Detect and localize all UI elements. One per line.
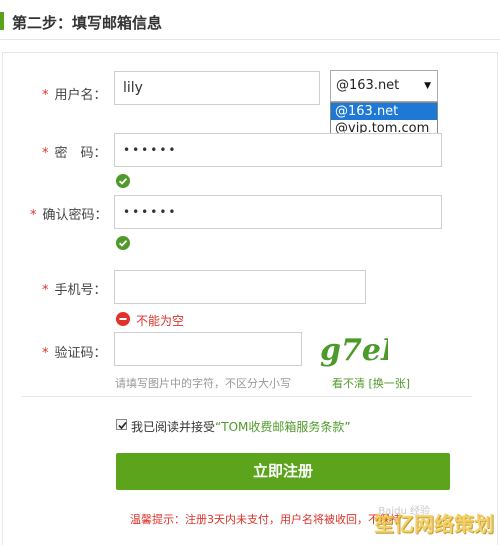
domain-select-value: @163.net bbox=[336, 78, 400, 93]
agreement-checkbox[interactable] bbox=[116, 419, 127, 430]
check-icon bbox=[116, 236, 130, 250]
check-icon bbox=[116, 174, 130, 188]
confirm-password-label: * 确认密码： bbox=[30, 208, 108, 223]
step-accent-bar bbox=[0, 12, 4, 30]
chevron-down-icon: ▼ bbox=[424, 81, 431, 91]
captcha-image[interactable]: g7eP bbox=[318, 330, 388, 370]
domain-select[interactable]: @163.net ▼ bbox=[330, 70, 438, 102]
captcha-image-text: g7eP bbox=[320, 333, 388, 368]
required-mark: * bbox=[42, 346, 49, 361]
register-button[interactable]: 立即注册 bbox=[116, 453, 450, 490]
notice-text: 温馨提示：注册3天内未支付，用户名将被收回，不保持 bbox=[130, 513, 401, 526]
captcha-input[interactable] bbox=[114, 332, 302, 366]
phone-input[interactable] bbox=[114, 270, 366, 304]
phone-label: * 手机号： bbox=[42, 283, 107, 298]
required-mark: * bbox=[42, 146, 49, 161]
terms-link[interactable]: “TOM收费邮箱服务条款” bbox=[215, 420, 351, 434]
password-input[interactable]: •••••• bbox=[114, 133, 442, 167]
phone-error-text: 不能为空 bbox=[136, 314, 185, 328]
username-input[interactable]: lily bbox=[114, 71, 320, 105]
required-mark: * bbox=[42, 283, 49, 298]
watermark: 笙亿网络策划 bbox=[374, 512, 494, 536]
captcha-label: * 验证码： bbox=[42, 346, 107, 361]
checkmark-icon bbox=[118, 421, 127, 430]
username-label: * 用户名： bbox=[42, 88, 107, 103]
required-mark: * bbox=[30, 208, 37, 223]
domain-option-163[interactable]: @163.net bbox=[331, 103, 437, 120]
captcha-hint: 请填写图片中的字符，不区分大小写 bbox=[115, 377, 291, 390]
captcha-refresh-link[interactable]: 看不清 [换一张] bbox=[332, 375, 410, 391]
agreement-label: 我已阅读并接受“TOM收费邮箱服务条款” bbox=[131, 420, 351, 434]
step-header: 第二步：填写邮箱信息 bbox=[0, 0, 500, 40]
required-mark: * bbox=[42, 88, 49, 103]
confirm-password-input[interactable]: •••••• bbox=[114, 195, 442, 229]
password-label: * 密 码： bbox=[42, 146, 107, 161]
error-icon bbox=[116, 312, 130, 326]
divider bbox=[22, 396, 472, 397]
page-title: 第二步：填写邮箱信息 bbox=[12, 14, 163, 32]
